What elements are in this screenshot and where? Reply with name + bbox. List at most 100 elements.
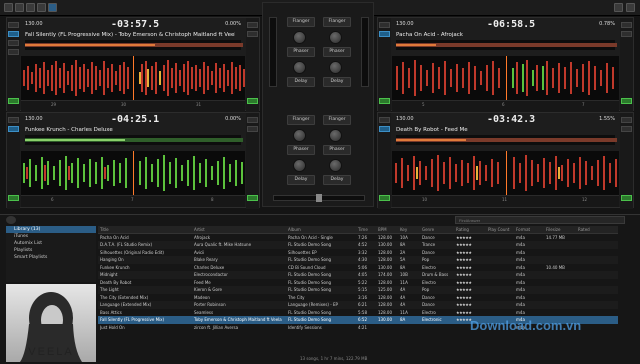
table-row[interactable]: Hanging On Blake Reary FL Studio Demo Song… [98, 256, 618, 264]
table-row[interactable]: The Light Kieron & Gore FL Studio Demo Son… [98, 286, 618, 294]
play-button[interactable] [8, 195, 19, 201]
table-cell: Silhouettes EP [288, 249, 317, 255]
layout-icon[interactable] [37, 3, 46, 12]
add-icon[interactable] [6, 216, 16, 224]
col-time[interactable]: Time [358, 226, 376, 234]
deck-c-waveform[interactable] [21, 151, 245, 195]
fx-knob[interactable] [329, 61, 342, 74]
col-bpm[interactable]: BPM [378, 226, 398, 234]
fx-select-phaser-c[interactable]: Phaser [287, 145, 315, 155]
tempo-button[interactable] [247, 31, 258, 37]
key-button[interactable] [621, 22, 632, 28]
col-key[interactable]: Key [400, 226, 420, 234]
cue-button[interactable] [8, 31, 19, 37]
fx-select-flanger-d[interactable]: Flanger [323, 115, 351, 125]
out-button[interactable] [8, 49, 19, 55]
table-cell: Aura Qualic ft. Mike Hatsune [194, 242, 252, 247]
fx-select-delay-c[interactable]: Delay [287, 175, 315, 185]
cue-button[interactable] [379, 31, 390, 37]
close-icon[interactable] [626, 3, 635, 12]
table-row[interactable]: Pacha On Acid Afrojack Pacha On Acid - Sin… [98, 234, 618, 242]
deck-a-waveform[interactable] [21, 56, 245, 100]
overview-waveform[interactable] [25, 135, 243, 145]
crossfader[interactable] [273, 194, 365, 202]
play-button[interactable] [379, 98, 390, 104]
overview-waveform[interactable] [25, 40, 243, 50]
deck-icon[interactable] [48, 3, 57, 12]
col-playcount[interactable]: Play Count [488, 226, 514, 234]
table-row[interactable]: Bass Attics Seamless FL Studio Demo Song 5:… [98, 309, 618, 317]
sync-button[interactable] [621, 195, 632, 201]
table-row[interactable]: Language (Extended Mix) Porter Robinson La… [98, 301, 618, 309]
fx-select-flanger-b[interactable]: Flanger [323, 17, 351, 27]
fx-knob[interactable] [293, 129, 306, 142]
play-button[interactable] [379, 195, 390, 201]
fx-knob[interactable] [293, 159, 306, 172]
in-button[interactable] [8, 40, 19, 46]
fx-knob[interactable] [293, 31, 306, 44]
tree-item-library[interactable]: Library (13) [6, 226, 96, 233]
col-rating[interactable]: Rating [456, 226, 486, 234]
col-title[interactable]: Title [100, 226, 192, 234]
fx-select-delay-a[interactable]: Delay [287, 77, 315, 87]
col-format[interactable]: Format [516, 226, 544, 234]
overview-waveform[interactable] [396, 40, 617, 50]
loop-button[interactable] [8, 22, 19, 28]
table-row[interactable]: D.A.T.A. (FL Studio Remix) Aura Qualic ft… [98, 241, 618, 249]
table-row[interactable]: The City (Extended Mix) Madeon The City 3:1… [98, 294, 618, 302]
minimize-icon[interactable] [614, 3, 623, 12]
fx-select-delay-b[interactable]: Delay [323, 77, 351, 87]
table-row[interactable]: Midnight Electrocondactor FL Studio Demo S… [98, 271, 618, 279]
table-cell: 2A [400, 249, 406, 255]
bpm-readout: 130.00 [25, 116, 43, 122]
col-artist[interactable]: Artist [194, 226, 286, 234]
tempo-button[interactable] [621, 31, 632, 37]
fx-knob[interactable] [293, 61, 306, 74]
tempo-button[interactable] [621, 126, 632, 132]
playhead [505, 56, 507, 100]
deck-c-header: 130.00 -04:25.1 0.00% Funkee Krunch - Ch… [21, 114, 245, 149]
sync-button[interactable] [247, 98, 258, 104]
col-genre[interactable]: Genre [422, 226, 454, 234]
fx-select-phaser-a[interactable]: Phaser [287, 47, 315, 57]
cue-button[interactable] [379, 126, 390, 132]
loop-button[interactable] [379, 22, 390, 28]
cue-button[interactable] [8, 126, 19, 132]
col-album[interactable]: Album [288, 226, 356, 234]
tree-item-automix[interactable]: Automix List [6, 240, 96, 247]
mic-icon[interactable] [26, 3, 35, 12]
menu-icon[interactable] [4, 3, 13, 12]
overview-waveform[interactable] [396, 135, 617, 145]
table-row[interactable]: Funkee Krunch Charles Deluxe CD Bi Sound C… [98, 264, 618, 272]
tree-item-smart-playlists[interactable]: Smart Playlists [6, 254, 96, 261]
fx-knob[interactable] [329, 31, 342, 44]
table-cell: 128.00 [378, 309, 392, 315]
tree-item-itunes[interactable]: iTunes [6, 233, 96, 240]
col-rated[interactable]: Rated [578, 226, 614, 234]
fx-select-phaser-d[interactable]: Phaser [323, 145, 351, 155]
deck-b-waveform[interactable] [392, 56, 619, 100]
fx-select-flanger-a[interactable]: Flanger [287, 17, 315, 27]
table-cell: m4a [516, 294, 525, 300]
loop-button[interactable] [8, 117, 19, 123]
loop-button[interactable] [379, 117, 390, 123]
record-icon[interactable] [15, 3, 24, 12]
col-filesize[interactable]: Filesize [546, 226, 576, 234]
deck-d-waveform[interactable] [392, 151, 619, 195]
fx-select-flanger-c[interactable]: Flanger [287, 115, 315, 125]
table-row[interactable]: Death By Robot Feed Me FL Studio Demo Song… [98, 279, 618, 287]
fx-knob[interactable] [329, 129, 342, 142]
fx-select-phaser-b[interactable]: Phaser [323, 47, 351, 57]
fx-select-delay-d[interactable]: Delay [323, 175, 351, 185]
key-button[interactable] [247, 22, 258, 28]
key-button[interactable] [247, 117, 258, 123]
sync-button[interactable] [621, 98, 632, 104]
tempo-button[interactable] [247, 126, 258, 132]
tree-item-playlists[interactable]: Playlists [6, 247, 96, 254]
table-row[interactable]: Silhouettes (Original Radio Edit) Avicii S… [98, 249, 618, 257]
key-button[interactable] [621, 117, 632, 123]
search-input[interactable] [455, 216, 625, 224]
sync-button[interactable] [247, 195, 258, 201]
fx-knob[interactable] [329, 159, 342, 172]
play-button[interactable] [8, 98, 19, 104]
